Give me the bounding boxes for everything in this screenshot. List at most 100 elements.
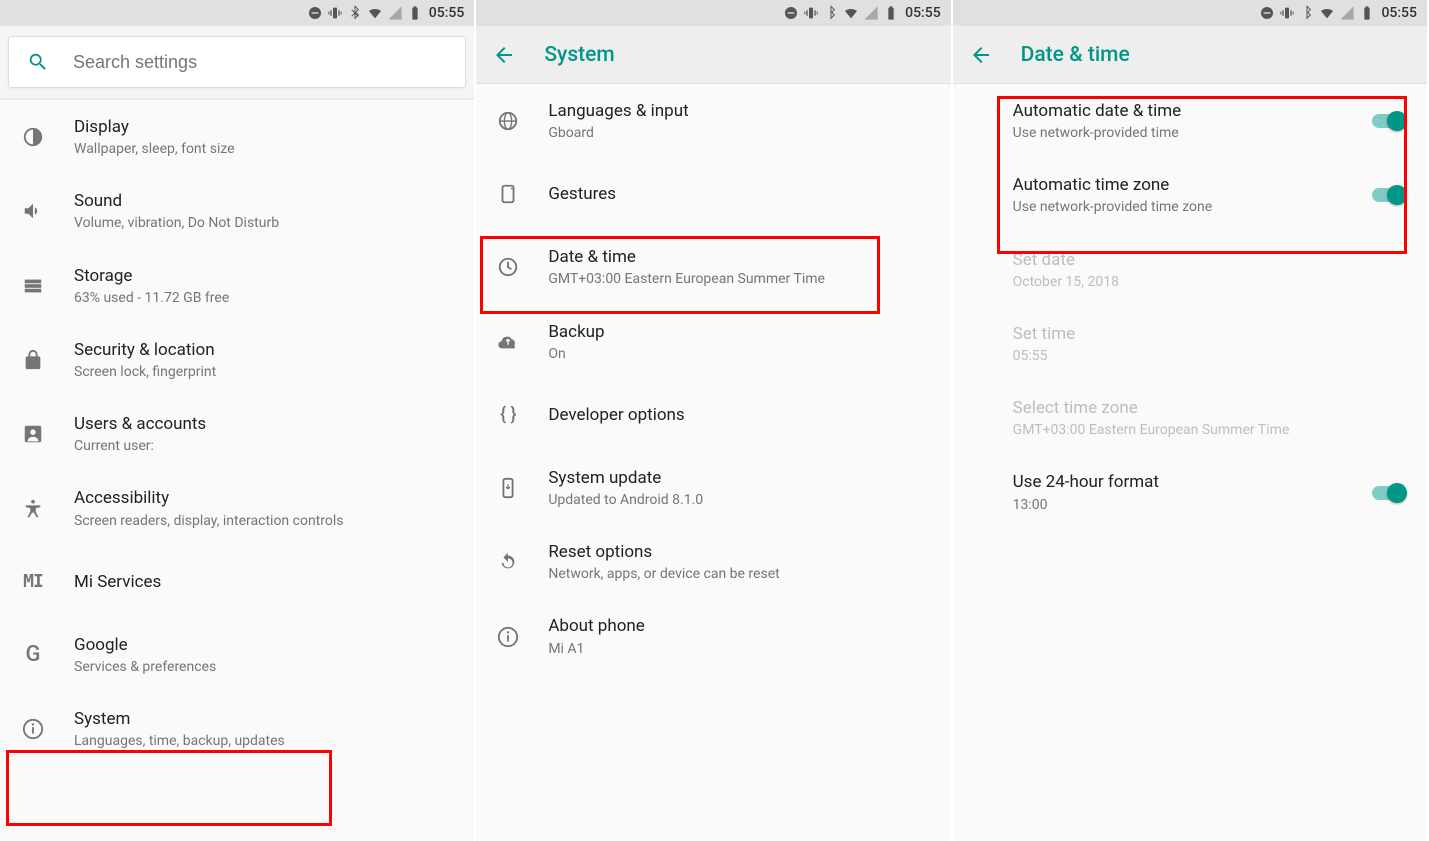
item-accessibility[interactable]: Accessibility Screen readers, display, i…: [0, 471, 474, 545]
search-icon: [27, 51, 49, 73]
toggle-auto-tz[interactable]: [1371, 185, 1407, 205]
item-title: Set time: [1013, 323, 1407, 345]
date-time-list: Automatic date & time Use network-provid…: [953, 84, 1427, 841]
display-icon: [20, 125, 46, 149]
lock-icon: [20, 348, 46, 372]
braces-icon: { }: [496, 403, 520, 427]
bluetooth-icon: [823, 5, 839, 21]
item-subtitle: Use network-provided time: [1013, 124, 1343, 142]
item-users[interactable]: Users & accounts Current user:: [0, 397, 474, 471]
back-icon[interactable]: [969, 43, 993, 67]
battery-icon: [407, 5, 423, 21]
app-bar: System: [476, 26, 950, 84]
item-sound[interactable]: Sound Volume, vibration, Do Not Disturb: [0, 174, 474, 248]
signal-icon: [387, 5, 403, 21]
status-time: 05:55: [1381, 5, 1417, 21]
info-icon: [496, 625, 520, 649]
storage-icon: [20, 274, 46, 298]
status-time: 05:55: [905, 5, 941, 21]
item-google[interactable]: G Google Services & preferences: [0, 618, 474, 692]
info-icon: [20, 717, 46, 741]
toggle-24h[interactable]: [1371, 483, 1407, 503]
cloud-icon: [496, 330, 520, 354]
search-input[interactable]: [73, 52, 447, 73]
item-subtitle: Volume, vibration, Do Not Disturb: [74, 214, 454, 232]
item-subtitle: Services & preferences: [74, 658, 454, 676]
search-settings[interactable]: [8, 36, 466, 88]
vibrate-icon: [803, 5, 819, 21]
item-title: Security & location: [74, 339, 454, 361]
item-title: Accessibility: [74, 487, 454, 509]
item-storage[interactable]: Storage 63% used - 11.72 GB free: [0, 249, 474, 323]
item-date-time[interactable]: Date & time GMT+03:00 Eastern European S…: [476, 230, 950, 304]
item-subtitle: GMT+03:00 Eastern European Summer Time: [548, 270, 930, 288]
status-icons: [783, 5, 899, 21]
item-24h[interactable]: Use 24-hour format 13:00: [953, 455, 1427, 529]
user-icon: [20, 422, 46, 446]
status-bar: 05:55: [953, 0, 1427, 26]
item-subtitle: 63% used - 11.72 GB free: [74, 289, 454, 307]
item-title: Date & time: [548, 246, 930, 268]
item-title: Automatic date & time: [1013, 100, 1343, 122]
item-title: Backup: [548, 321, 930, 343]
wifi-icon: [1319, 5, 1335, 21]
back-icon[interactable]: [492, 43, 516, 67]
item-gestures[interactable]: Gestures: [476, 158, 950, 230]
item-title: Storage: [74, 265, 454, 287]
item-security[interactable]: Security & location Screen lock, fingerp…: [0, 323, 474, 397]
item-about[interactable]: About phone Mi A1: [476, 599, 950, 673]
status-bar: 05:55: [0, 0, 474, 26]
item-auto-tz[interactable]: Automatic time zone Use network-provided…: [953, 158, 1427, 232]
sound-icon: [20, 199, 46, 223]
item-backup[interactable]: Backup On: [476, 305, 950, 379]
item-title: Display: [74, 116, 454, 138]
item-system-update[interactable]: System update Updated to Android 8.1.0: [476, 451, 950, 525]
item-title: Google: [74, 634, 454, 656]
update-icon: [496, 476, 520, 500]
settings-panel: 05:55 Display Wallpaper, sleep, font siz…: [0, 0, 476, 841]
page-title: Date & time: [1021, 43, 1130, 67]
item-subtitle: Wallpaper, sleep, font size: [74, 140, 454, 158]
mi-icon: MI: [20, 570, 46, 594]
item-subtitle: GMT+03:00 Eastern European Summer Time: [1013, 421, 1407, 439]
item-display[interactable]: Display Wallpaper, sleep, font size: [0, 100, 474, 174]
google-icon: G: [20, 643, 46, 667]
item-subtitle: Screen readers, display, interaction con…: [74, 512, 454, 530]
item-developer[interactable]: { } Developer options: [476, 379, 950, 451]
item-title: Developer options: [548, 404, 930, 426]
item-mi-services[interactable]: MI Mi Services: [0, 546, 474, 618]
bluetooth-icon: [1299, 5, 1315, 21]
item-subtitle: Current user:: [74, 437, 454, 455]
item-select-tz: Select time zone GMT+03:00 Eastern Europ…: [953, 381, 1427, 455]
item-auto-date[interactable]: Automatic date & time Use network-provid…: [953, 84, 1427, 158]
status-icons: [307, 5, 423, 21]
item-subtitle: October 15, 2018: [1013, 273, 1407, 291]
item-system[interactable]: System Languages, time, backup, updates: [0, 692, 474, 766]
toggle-auto-date[interactable]: [1371, 111, 1407, 131]
item-title: About phone: [548, 615, 930, 637]
globe-icon: [496, 109, 520, 133]
item-set-date: Set date October 15, 2018: [953, 233, 1427, 307]
item-subtitle: Network, apps, or device can be reset: [548, 565, 930, 583]
date-time-panel: 05:55 Date & time Automatic date & time …: [953, 0, 1429, 841]
dnd-icon: [307, 5, 323, 21]
battery-icon: [1359, 5, 1375, 21]
dnd-icon: [783, 5, 799, 21]
item-title: Sound: [74, 190, 454, 212]
item-languages[interactable]: Languages & input Gboard: [476, 84, 950, 158]
status-bar: 05:55: [476, 0, 950, 26]
item-title: System update: [548, 467, 930, 489]
signal-icon: [1339, 5, 1355, 21]
signal-icon: [863, 5, 879, 21]
item-title: Select time zone: [1013, 397, 1407, 419]
item-subtitle: Use network-provided time zone: [1013, 198, 1343, 216]
battery-icon: [883, 5, 899, 21]
app-bar: Date & time: [953, 26, 1427, 84]
item-subtitle: On: [548, 345, 930, 363]
item-title: System: [74, 708, 454, 730]
system-panel: 05:55 System Languages & input Gboard Ge…: [476, 0, 952, 841]
item-subtitle: Mi A1: [548, 640, 930, 658]
vibrate-icon: [327, 5, 343, 21]
dnd-icon: [1259, 5, 1275, 21]
item-reset[interactable]: Reset options Network, apps, or device c…: [476, 525, 950, 599]
